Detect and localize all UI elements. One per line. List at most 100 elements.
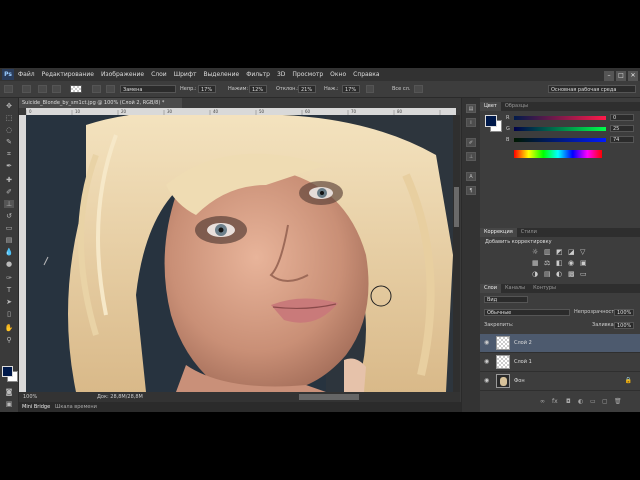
maximize-button[interactable]: □ — [616, 71, 626, 81]
color-spectrum[interactable] — [514, 150, 602, 158]
link-layers-icon[interactable]: ∞ — [540, 398, 545, 405]
text-icon[interactable]: T — [4, 286, 14, 294]
brush-panel-icon[interactable] — [38, 85, 47, 93]
levels-icon[interactable]: ▥ — [544, 248, 551, 256]
layer-style-icon[interactable]: fx — [552, 398, 558, 405]
channel-mixer-icon[interactable]: ▣ — [580, 259, 587, 267]
new-group-icon[interactable]: ▭ — [590, 398, 596, 405]
screen-mode-icon[interactable]: ▣ — [4, 400, 14, 408]
selective-color-icon[interactable]: ▩ — [568, 270, 575, 278]
clone-source-icon[interactable] — [52, 85, 61, 93]
quick-mask-icon[interactable]: ◙ — [4, 388, 14, 396]
menu-edit[interactable]: Редактирование — [42, 68, 94, 81]
curves-icon[interactable]: ◩ — [556, 248, 563, 256]
tab-adjustments[interactable]: Коррекция — [480, 228, 517, 237]
tab-paths[interactable]: Контуры — [529, 284, 560, 293]
eye-icon[interactable]: ◉ — [484, 358, 489, 365]
fill-field[interactable]: 17% — [342, 85, 360, 93]
reset-icon[interactable] — [106, 85, 115, 93]
menu-layers[interactable]: Слои — [151, 68, 167, 81]
brush-icon[interactable]: ✐ — [4, 188, 14, 196]
eye-icon[interactable]: ◉ — [484, 339, 489, 346]
brush-size-icon[interactable] — [22, 85, 31, 93]
tab-mini-bridge[interactable]: Mini Bridge — [22, 402, 50, 412]
paragraph-panel-icon[interactable]: ¶ — [466, 186, 476, 195]
path-select-icon[interactable]: ➤ — [4, 298, 14, 306]
flow-field[interactable]: 12% — [249, 85, 267, 93]
horizontal-scroll-thumb[interactable] — [299, 394, 359, 400]
layer-row[interactable]: ◉ Слой 2 — [480, 334, 640, 353]
gradient-map-icon[interactable]: ▭ — [580, 270, 587, 278]
pattern-swatch-icon[interactable] — [70, 85, 82, 93]
menu-help[interactable]: Справка — [353, 68, 379, 81]
layer-fill-field[interactable]: 100% — [614, 322, 634, 329]
menu-image[interactable]: Изображение — [101, 68, 144, 81]
exposure-icon[interactable]: ◪ — [568, 248, 575, 256]
close-button[interactable]: ✕ — [628, 71, 638, 81]
crop-icon[interactable]: ⌗ — [4, 150, 14, 158]
eraser-icon[interactable]: ▭ — [4, 224, 14, 232]
properties-panel-icon[interactable]: i — [466, 118, 476, 127]
pen-icon[interactable]: ✑ — [4, 274, 14, 282]
menu-filter[interactable]: Фильтр — [246, 68, 270, 81]
menu-view[interactable]: Просмотр — [292, 68, 323, 81]
document-tab[interactable]: Suicide_Blonde_by_sm1ct.jpg @ 100% (Слой… — [19, 98, 182, 108]
color-foreground-swatch[interactable] — [485, 115, 497, 127]
history-panel-icon[interactable]: ▤ — [466, 104, 476, 113]
clone-source-panel-icon[interactable]: ⊥ — [466, 152, 476, 161]
tab-channels[interactable]: Каналы — [501, 284, 529, 293]
vibrance-icon[interactable]: ▽ — [580, 248, 585, 256]
g-slider[interactable] — [514, 127, 606, 131]
history-brush-icon[interactable]: ↺ — [4, 212, 14, 220]
mode-select[interactable]: Замена — [120, 85, 176, 93]
minimize-button[interactable]: – — [604, 71, 614, 81]
tool-preset-icon[interactable] — [4, 85, 13, 93]
opacity-field[interactable]: 17% — [198, 85, 216, 93]
b-slider[interactable] — [514, 138, 606, 142]
tab-layers[interactable]: Слои — [480, 284, 501, 293]
all-layers-checkbox[interactable] — [366, 85, 374, 93]
pressure-icon[interactable] — [414, 85, 423, 93]
threshold-icon[interactable]: ◐ — [556, 270, 562, 278]
eyedropper-icon[interactable]: ✒ — [4, 162, 14, 170]
brush-mode-icon[interactable] — [92, 85, 101, 93]
layer-kind-filter[interactable]: Вид — [484, 296, 528, 303]
new-adjustment-icon[interactable]: ◐ — [578, 398, 583, 405]
brush-panel-icon[interactable]: ✐ — [466, 138, 476, 147]
layer-opacity-field[interactable]: 100% — [614, 309, 634, 316]
quick-select-icon[interactable]: ✎ — [4, 138, 14, 146]
vertical-scrollbar[interactable] — [453, 115, 460, 392]
gradient-icon[interactable]: ▤ — [4, 236, 14, 244]
dodge-icon[interactable]: ● — [4, 260, 14, 268]
tab-color[interactable]: Цвет — [480, 102, 501, 111]
b-value[interactable]: 74 — [610, 136, 634, 143]
image-canvas[interactable] — [26, 115, 453, 392]
doc-size[interactable]: Док: 28,8M/28,8M — [97, 392, 143, 402]
tab-styles[interactable]: Стили — [517, 228, 541, 237]
color-balance-icon[interactable]: ⚖ — [544, 259, 550, 267]
photo-filter-icon[interactable]: ◉ — [568, 259, 574, 267]
marquee-icon[interactable]: ⬚ — [4, 114, 14, 122]
g-value[interactable]: 25 — [610, 125, 634, 132]
r-slider[interactable] — [514, 116, 606, 120]
tab-swatches[interactable]: Образцы — [501, 102, 532, 111]
invert-icon[interactable]: ◑ — [532, 270, 538, 278]
delete-layer-icon[interactable]: 🗑 — [614, 398, 622, 405]
workspace-select[interactable]: Основная рабочая среда — [548, 85, 636, 93]
new-layer-icon[interactable]: ▢ — [602, 398, 608, 405]
menu-select[interactable]: Выделение — [203, 68, 239, 81]
blend-mode-select[interactable]: Обычные — [484, 309, 570, 316]
lasso-icon[interactable]: ◌ — [4, 126, 14, 134]
menu-type[interactable]: Шрифт — [174, 68, 197, 81]
brightness-icon[interactable]: ☼ — [532, 248, 538, 256]
blur-icon[interactable]: 💧 — [4, 248, 14, 256]
layer-row[interactable]: ◉ Слой 1 — [480, 353, 640, 372]
character-panel-icon[interactable]: A — [466, 172, 476, 181]
strength-field[interactable]: 21% — [298, 85, 316, 93]
hand-icon[interactable]: ✋ — [4, 324, 14, 332]
add-mask-icon[interactable]: ◘ — [566, 398, 571, 405]
eye-icon[interactable]: ◉ — [484, 377, 489, 384]
menu-file[interactable]: Файл — [18, 68, 35, 81]
tab-timeline[interactable]: Шкала времени — [55, 402, 97, 412]
foreground-swatch[interactable] — [2, 366, 13, 377]
